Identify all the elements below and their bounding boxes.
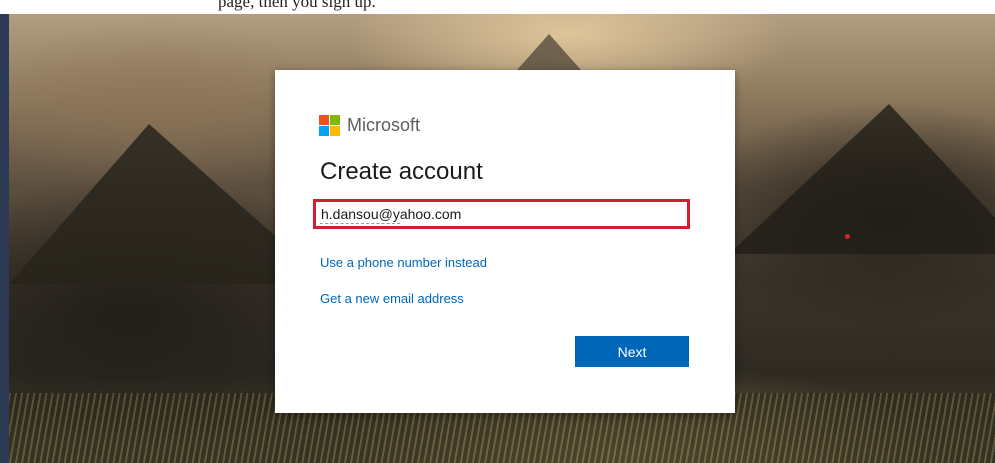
create-account-dialog: Microsoft Create account Use a phone num… — [275, 70, 735, 413]
document-text: page, then you sign up. — [218, 0, 376, 11]
brand-header: Microsoft — [319, 115, 420, 136]
microsoft-logo-icon — [319, 115, 340, 136]
brand-name: Microsoft — [347, 115, 421, 135]
red-dot-marker — [845, 234, 850, 239]
spellcheck-underline — [320, 223, 400, 224]
get-new-email-link[interactable]: Get a new email address — [320, 291, 464, 306]
email-highlight-box — [313, 199, 690, 229]
mountain-right — [729, 104, 995, 254]
photo-left-edge — [0, 14, 9, 463]
email-field[interactable] — [321, 203, 661, 225]
next-button[interactable]: Next — [575, 336, 689, 367]
use-phone-number-link[interactable]: Use a phone number instead — [320, 255, 487, 270]
page-title: Create account — [320, 158, 483, 185]
document-text-fragment: page, then you sign up. — [0, 0, 995, 14]
